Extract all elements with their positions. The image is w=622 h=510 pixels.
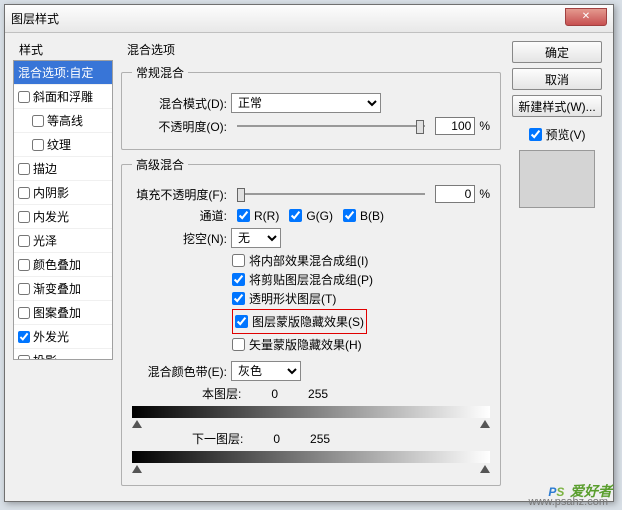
fill-opacity-slider[interactable]	[237, 186, 425, 202]
channel-label: 通道:	[132, 207, 227, 224]
sidebar-checkbox-6[interactable]	[18, 211, 30, 223]
sidebar-item-label: 描边	[33, 160, 57, 177]
sidebar-checkbox-8[interactable]	[18, 259, 30, 271]
opacity-input[interactable]	[435, 117, 475, 135]
preview-label: 预览(V)	[546, 126, 586, 143]
right-panel: 确定 取消 新建样式(W)... 预览(V)	[509, 41, 605, 493]
sidebar-item-label: 光泽	[33, 232, 57, 249]
sidebar-checkbox-1[interactable]	[18, 91, 30, 103]
panel-title: 混合选项	[127, 41, 501, 58]
blend-mode-select[interactable]: 正常	[231, 93, 381, 113]
sidebar-item-0[interactable]: 混合选项:自定	[14, 61, 112, 85]
sidebar-item-12[interactable]: 投影	[14, 349, 112, 360]
normal-blend-legend: 常规混合	[132, 64, 188, 81]
sidebar-item-5[interactable]: 内阴影	[14, 181, 112, 205]
cancel-button[interactable]: 取消	[512, 68, 602, 90]
sidebar-checkbox-5[interactable]	[18, 187, 30, 199]
new-style-button[interactable]: 新建样式(W)...	[512, 95, 602, 117]
sidebar-checkbox-7[interactable]	[18, 235, 30, 247]
sidebar-item-3[interactable]: 纹理	[14, 133, 112, 157]
channel-r-checkbox[interactable]	[237, 209, 250, 222]
ok-button[interactable]: 确定	[512, 41, 602, 63]
advanced-blend-group: 高级混合 填充不透明度(F): % 通道: R(R) G(G) B(B) 挖空(…	[121, 156, 501, 486]
fill-opacity-input[interactable]	[435, 185, 475, 203]
watermark-url: www.psahz.com	[529, 496, 608, 508]
advanced-blend-legend: 高级混合	[132, 156, 188, 173]
sidebar-item-10[interactable]: 图案叠加	[14, 301, 112, 325]
highlight-box: 图层蒙版隐藏效果(S)	[232, 309, 367, 334]
sidebar-item-label: 外发光	[33, 328, 69, 345]
opacity-unit: %	[479, 119, 490, 133]
sidebar-item-9[interactable]: 渐变叠加	[14, 277, 112, 301]
sidebar-item-6[interactable]: 内发光	[14, 205, 112, 229]
sidebar-item-label: 内发光	[33, 208, 69, 225]
this-layer-gradient[interactable]	[132, 406, 490, 418]
under-high: 255	[310, 432, 330, 446]
under-layer-gradient[interactable]	[132, 451, 490, 463]
sidebar-item-label: 混合选项:自定	[18, 64, 93, 81]
styles-list: 混合选项:自定斜面和浮雕等高线纹理描边内阴影内发光光泽颜色叠加渐变叠加图案叠加外…	[13, 60, 113, 360]
normal-blend-group: 常规混合 混合模式(D): 正常 不透明度(O): %	[121, 64, 501, 150]
sidebar-item-label: 颜色叠加	[33, 256, 81, 273]
sidebar-item-label: 等高线	[47, 112, 83, 129]
knockout-select[interactable]: 无	[231, 228, 281, 248]
channel-g-checkbox[interactable]	[289, 209, 302, 222]
sidebar-item-8[interactable]: 颜色叠加	[14, 253, 112, 277]
interior-effects-checkbox[interactable]	[232, 254, 245, 267]
opacity-slider[interactable]	[237, 118, 425, 134]
opacity-label: 不透明度(O):	[132, 118, 227, 135]
blend-mode-label: 混合模式(D):	[132, 95, 227, 112]
channel-b-label: B(B)	[360, 209, 384, 223]
styles-sidebar: 样式 混合选项:自定斜面和浮雕等高线纹理描边内阴影内发光光泽颜色叠加渐变叠加图案…	[13, 41, 113, 493]
sidebar-checkbox-12[interactable]	[18, 355, 30, 361]
sidebar-item-2[interactable]: 等高线	[14, 109, 112, 133]
layer-mask-hides-checkbox[interactable]	[235, 315, 248, 328]
clipped-layers-checkbox[interactable]	[232, 273, 245, 286]
this-high: 255	[308, 387, 328, 401]
knockout-label: 挖空(N):	[132, 230, 227, 247]
transparency-shapes-checkbox[interactable]	[232, 292, 245, 305]
fill-opacity-label: 填充不透明度(F):	[132, 186, 227, 203]
sidebar-checkbox-9[interactable]	[18, 283, 30, 295]
channel-g-label: G(G)	[306, 209, 333, 223]
sidebar-item-4[interactable]: 描边	[14, 157, 112, 181]
under-low: 0	[273, 432, 280, 446]
sidebar-item-label: 图案叠加	[33, 304, 81, 321]
sidebar-item-11[interactable]: 外发光	[14, 325, 112, 349]
sidebar-item-7[interactable]: 光泽	[14, 229, 112, 253]
sidebar-item-label: 斜面和浮雕	[33, 88, 93, 105]
fill-opacity-unit: %	[479, 187, 490, 201]
vector-mask-hides-checkbox[interactable]	[232, 338, 245, 351]
sidebar-checkbox-4[interactable]	[18, 163, 30, 175]
preview-checkbox[interactable]	[529, 128, 542, 141]
blendif-label: 混合颜色带(E):	[132, 363, 227, 380]
titlebar[interactable]: 图层样式 ✕	[5, 5, 613, 33]
channel-r-label: R(R)	[254, 209, 279, 223]
sidebar-checkbox-10[interactable]	[18, 307, 30, 319]
sidebar-item-label: 纹理	[47, 136, 71, 153]
sidebar-item-1[interactable]: 斜面和浮雕	[14, 85, 112, 109]
this-layer-label: 本图层:	[202, 385, 241, 402]
main-panel: 混合选项 常规混合 混合模式(D): 正常 不透明度(O): % 高级混合 填充…	[121, 41, 501, 493]
vector-mask-hides-label: 矢量蒙版隐藏效果(H)	[249, 336, 362, 353]
channel-b-checkbox[interactable]	[343, 209, 356, 222]
sidebar-checkbox-2[interactable]	[32, 115, 44, 127]
transparency-shapes-label: 透明形状图层(T)	[249, 290, 336, 307]
sidebar-item-label: 渐变叠加	[33, 280, 81, 297]
layer-style-dialog: 图层样式 ✕ 样式 混合选项:自定斜面和浮雕等高线纹理描边内阴影内发光光泽颜色叠…	[4, 4, 614, 502]
sidebar-item-label: 投影	[33, 352, 57, 360]
sidebar-item-label: 内阴影	[33, 184, 69, 201]
interior-effects-label: 将内部效果混合成组(I)	[249, 252, 368, 269]
blendif-select[interactable]: 灰色	[231, 361, 301, 381]
this-low: 0	[271, 387, 278, 401]
preview-swatch	[519, 150, 595, 208]
close-button[interactable]: ✕	[565, 8, 607, 26]
sidebar-checkbox-3[interactable]	[32, 139, 44, 151]
layer-mask-hides-label: 图层蒙版隐藏效果(S)	[252, 313, 364, 330]
sidebar-label: 样式	[13, 41, 113, 58]
under-layer-label: 下一图层:	[192, 430, 243, 447]
dialog-title: 图层样式	[11, 10, 59, 27]
sidebar-checkbox-11[interactable]	[18, 331, 30, 343]
clipped-layers-label: 将剪贴图层混合成组(P)	[249, 271, 373, 288]
